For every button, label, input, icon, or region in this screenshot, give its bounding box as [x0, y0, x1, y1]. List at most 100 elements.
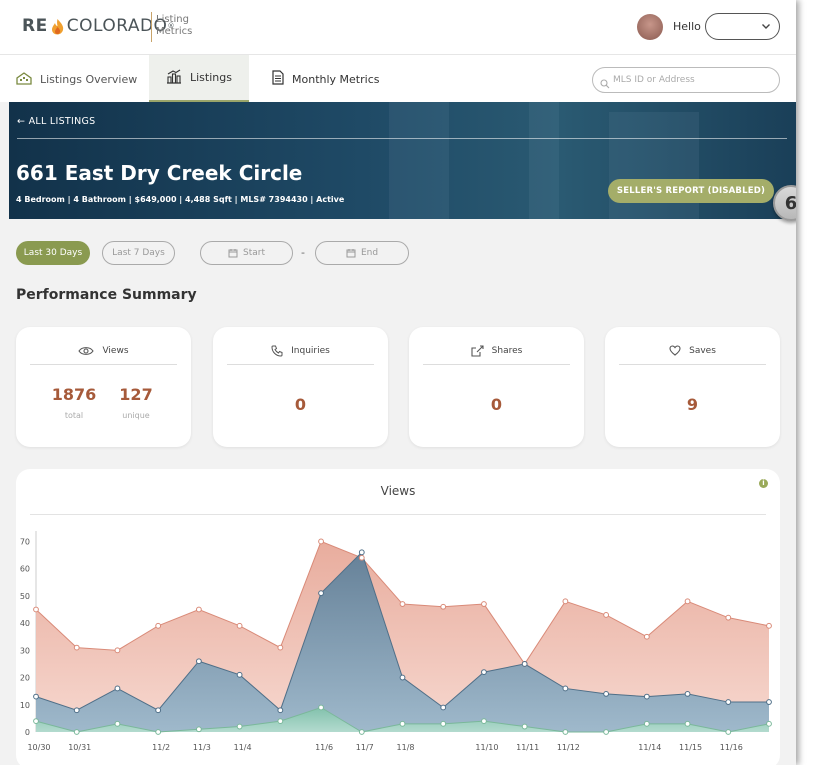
share-icon: [471, 344, 484, 357]
data-point[interactable]: [236, 671, 243, 678]
y-tick-label: 20: [20, 674, 30, 683]
start-date-input[interactable]: Start: [200, 241, 293, 265]
user-menu-select[interactable]: [705, 13, 780, 40]
y-tick-label: 0: [25, 728, 30, 737]
data-point[interactable]: [73, 644, 80, 651]
y-tick-label: 30: [20, 646, 30, 655]
app-frame: RE COLORADO ® Listing Metrics Hello List…: [0, 0, 796, 765]
x-tick-label: 11/10: [475, 743, 498, 752]
data-point[interactable]: [155, 729, 162, 735]
logo-re-text: RE: [22, 16, 48, 36]
data-point[interactable]: [521, 661, 528, 667]
data-point[interactable]: [725, 729, 732, 735]
data-point[interactable]: [114, 720, 121, 727]
data-point[interactable]: [766, 699, 772, 705]
views-card-header: Views: [30, 337, 177, 365]
data-point[interactable]: [684, 720, 691, 727]
data-point[interactable]: [766, 622, 772, 629]
data-point[interactable]: [318, 538, 324, 545]
data-point[interactable]: [358, 549, 365, 556]
search-icon: [600, 74, 610, 93]
data-point[interactable]: [114, 685, 121, 692]
inquiries-card-header: Inquiries: [227, 337, 374, 365]
avatar[interactable]: [637, 14, 663, 40]
data-point[interactable]: [399, 601, 406, 607]
data-point[interactable]: [33, 606, 39, 613]
data-point[interactable]: [684, 598, 691, 605]
data-point[interactable]: [318, 704, 324, 711]
data-point[interactable]: [236, 622, 243, 629]
data-point[interactable]: [236, 723, 243, 730]
search-input[interactable]: MLS ID or Address: [592, 67, 780, 93]
app-name: Listing Metrics: [156, 14, 192, 38]
data-point[interactable]: [195, 606, 202, 613]
data-point[interactable]: [562, 598, 569, 605]
views-unique-value: 127: [119, 385, 153, 404]
last-30-days-button[interactable]: Last 30 Days: [16, 241, 90, 265]
x-tick-label: 11/15: [679, 743, 702, 752]
data-point[interactable]: [766, 720, 772, 727]
data-point[interactable]: [155, 622, 162, 629]
shares-card: Shares 0: [409, 327, 584, 447]
data-point[interactable]: [33, 718, 39, 725]
views-total-value: 1876: [51, 385, 97, 404]
data-point[interactable]: [562, 729, 569, 735]
data-point[interactable]: [73, 729, 80, 735]
tab-monthly-metrics[interactable]: Monthly Metrics: [272, 55, 379, 103]
data-point[interactable]: [603, 729, 610, 735]
data-point[interactable]: [318, 590, 324, 597]
data-point[interactable]: [521, 723, 528, 730]
data-point[interactable]: [440, 704, 447, 711]
data-point[interactable]: [440, 603, 447, 610]
data-point[interactable]: [33, 693, 39, 700]
data-point[interactable]: [725, 614, 732, 621]
x-tick-label: 11/14: [638, 743, 661, 752]
data-point[interactable]: [481, 669, 487, 676]
saves-card-header: Saves: [619, 337, 766, 365]
data-point[interactable]: [399, 674, 406, 681]
x-tick-label: 11/11: [516, 743, 539, 752]
data-point[interactable]: [643, 693, 650, 700]
data-point[interactable]: [643, 633, 650, 640]
tab-label: Monthly Metrics: [292, 72, 380, 86]
views-total-label: total: [64, 411, 84, 420]
x-tick-label: 11/16: [720, 743, 743, 752]
data-point[interactable]: [358, 554, 365, 561]
shares-value: 0: [490, 395, 503, 414]
data-point[interactable]: [358, 729, 365, 735]
data-point[interactable]: [277, 644, 284, 651]
data-point[interactable]: [481, 601, 487, 607]
data-point[interactable]: [277, 707, 284, 714]
data-point[interactable]: [399, 720, 406, 727]
x-tick-label: 11/3: [193, 743, 211, 752]
data-point[interactable]: [725, 699, 732, 705]
y-tick-label: 40: [20, 619, 30, 628]
app-name-line2: Metrics: [156, 26, 193, 37]
hero-divider: [17, 138, 787, 139]
data-point[interactable]: [684, 690, 691, 697]
listing-details: 4 Bedroom | 4 Bathroom | $649,000 | 4,48…: [16, 195, 345, 204]
top-bar: RE COLORADO ® Listing Metrics Hello: [0, 0, 796, 54]
last-7-days-button[interactable]: Last 7 Days: [102, 241, 175, 265]
flame-icon: [50, 18, 65, 35]
data-point[interactable]: [603, 690, 610, 697]
data-point[interactable]: [114, 647, 121, 654]
tab-listings[interactable]: Listings: [149, 55, 249, 103]
phone-icon: [271, 345, 283, 357]
data-point[interactable]: [155, 707, 162, 714]
data-point[interactable]: [440, 720, 447, 727]
sellers-report-button[interactable]: SELLER'S REPORT (DISABLED): [608, 179, 774, 203]
data-point[interactable]: [277, 718, 284, 725]
data-point[interactable]: [562, 685, 569, 692]
data-point[interactable]: [73, 707, 80, 714]
data-point[interactable]: [603, 612, 610, 618]
data-point[interactable]: [195, 658, 202, 665]
data-point[interactable]: [481, 718, 487, 725]
all-listings-link[interactable]: ← ALL LISTINGS: [17, 116, 96, 127]
end-date-input[interactable]: End: [315, 241, 409, 265]
tab-listings-overview[interactable]: Listings Overview: [16, 55, 137, 103]
data-point[interactable]: [195, 726, 202, 733]
logo-divider: [151, 12, 152, 42]
data-point[interactable]: [643, 720, 650, 727]
views-chart-card: Views i 0 10 20 30 40 50 60 70 10/30 10/31 11/2 11/…: [16, 469, 780, 765]
